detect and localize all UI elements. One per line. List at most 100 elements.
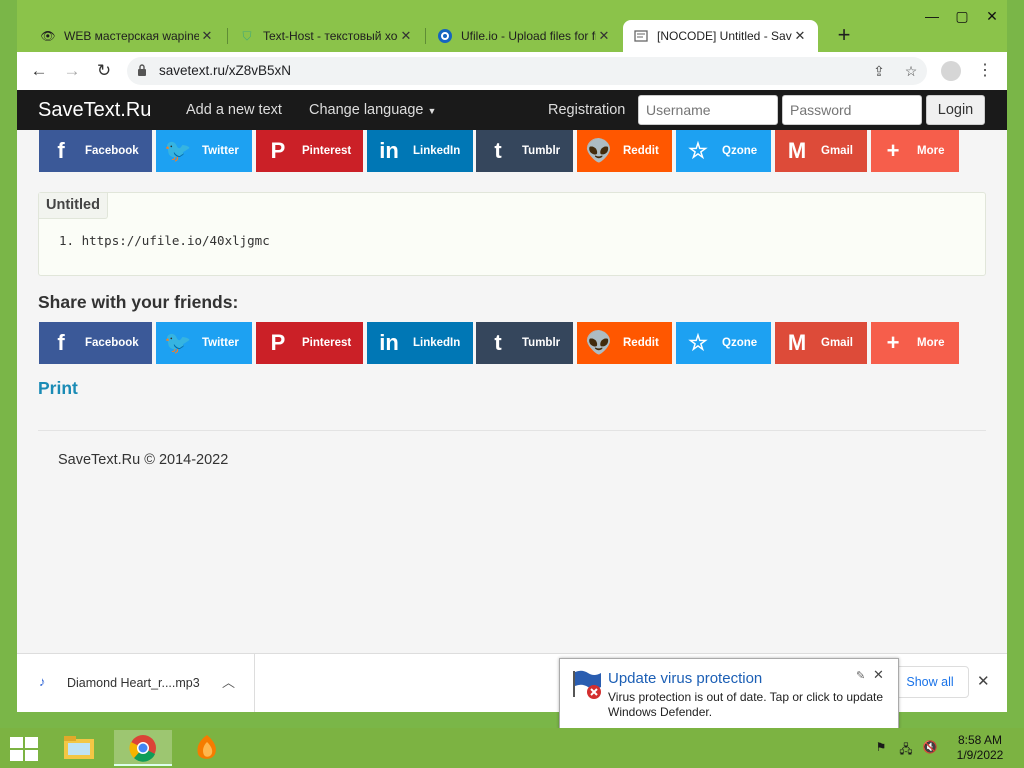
tab-savetext[interactable]: [NOCODE] Untitled - SaveText.Ru ✕ xyxy=(623,20,818,52)
browser-window: 👁 WEB мастерская wapinet ✕ ⛉ Text-Host -… xyxy=(17,0,1007,712)
close-icon[interactable]: ✕ xyxy=(873,667,884,683)
tab-title: Ufile.io - Upload files for free xyxy=(461,29,596,43)
tumblr-icon: t xyxy=(494,330,502,355)
system-clock[interactable]: 8:58 AM 1/9/2022 xyxy=(950,733,1010,763)
clock-date: 1/9/2022 xyxy=(956,748,1004,762)
share-qzone-button[interactable]: ☆ Qzone xyxy=(676,130,771,172)
qzone-icon: ☆ xyxy=(688,330,708,355)
maximize-icon[interactable]: ▢ xyxy=(947,8,977,28)
tab-title: WEB мастерская wapinet xyxy=(64,29,199,43)
qzone-icon: ☆ xyxy=(688,138,708,163)
copyright-text: SaveText.Ru © 2014-2022 xyxy=(58,452,229,468)
saved-text-box: Untitled 1. https://ufile.io/40xljgmc xyxy=(38,192,986,276)
chevron-up-icon[interactable]: ︿ xyxy=(222,672,235,691)
share-pinterest-button[interactable]: P Pinterest xyxy=(256,322,363,364)
star-icon[interactable]: ☆ xyxy=(901,61,921,81)
share-icon[interactable]: ⇪ xyxy=(869,61,889,81)
eye-icon: 👁 xyxy=(40,29,56,43)
page-icon xyxy=(633,28,649,44)
reddit-icon: 👽 xyxy=(585,138,613,163)
plus-icon: + xyxy=(886,330,900,355)
share-label: Qzone xyxy=(722,337,758,349)
twitter-icon: 🐦 xyxy=(164,330,192,355)
volume-muted-icon[interactable]: 🔇 xyxy=(922,740,938,756)
share-more-button[interactable]: + More xyxy=(871,322,959,364)
text-line[interactable]: 1. https://ufile.io/40xljgmc xyxy=(59,233,270,248)
share-label: LinkedIn xyxy=(413,337,461,349)
address-bar[interactable]: savetext.ru/xZ8vB5xN ⇪ ☆ xyxy=(127,57,927,85)
tab-text-host[interactable]: ⛉ Text-Host - текстовый хостинг ✕ xyxy=(229,20,424,52)
close-icon[interactable]: ✕ xyxy=(792,28,808,44)
close-icon[interactable]: ✕ xyxy=(199,28,215,44)
tab-strip: 👁 WEB мастерская wapinet ✕ ⛉ Text-Host -… xyxy=(17,0,1007,52)
reload-icon[interactable]: ↻ xyxy=(92,59,116,83)
file-explorer-icon[interactable] xyxy=(50,730,108,766)
gmail-icon: M xyxy=(787,138,807,163)
username-input[interactable] xyxy=(638,95,778,125)
login-button[interactable]: Login xyxy=(926,95,985,125)
line-number: 1. xyxy=(59,233,75,248)
site-brand[interactable]: SaveText.Ru xyxy=(38,99,151,122)
share-facebook-button[interactable]: f Facebook xyxy=(39,130,152,172)
notification-text: Virus protection is out of date. Tap or … xyxy=(608,690,884,719)
close-window-icon[interactable]: ✕ xyxy=(977,8,1007,28)
security-flag-icon xyxy=(573,670,601,699)
download-item[interactable]: ♪ Diamond Heart_r....mp3 ︿ xyxy=(17,654,255,712)
text-title: Untitled xyxy=(39,193,108,219)
tab-ufile[interactable]: Ufile.io - Upload files for free ✕ xyxy=(427,20,622,52)
web-page: SaveText.Ru Add a new text Change langua… xyxy=(17,90,1007,653)
profile-avatar-icon[interactable] xyxy=(941,61,961,81)
defender-tray-icon[interactable]: ⚑ xyxy=(873,740,889,756)
share-label: Reddit xyxy=(623,337,659,349)
share-linkedin-button[interactable]: in LinkedIn xyxy=(367,130,473,172)
share-gmail-button[interactable]: M Gmail xyxy=(775,130,867,172)
reddit-icon: 👽 xyxy=(585,330,613,355)
gmail-icon: M xyxy=(787,330,807,355)
nav-language-label: Change language xyxy=(309,102,424,118)
print-link[interactable]: Print xyxy=(38,378,78,399)
defender-notification[interactable]: Update virus protection Virus protection… xyxy=(559,658,899,730)
tab-title: Text-Host - текстовый хостинг xyxy=(263,29,398,43)
taskbar: ⚑ 🖧 🔇 8:58 AM 1/9/2022 xyxy=(0,728,1024,768)
share-tumblr-button[interactable]: t Tumblr xyxy=(476,130,573,172)
share-qzone-button[interactable]: ☆ Qzone xyxy=(676,322,771,364)
share-reddit-button[interactable]: 👽 Reddit xyxy=(577,130,672,172)
share-linkedin-button[interactable]: in LinkedIn xyxy=(367,322,473,364)
browser-toolbar: ← → ↻ savetext.ru/xZ8vB5xN ⇪ ☆ ⋮ xyxy=(17,52,1007,90)
share-label: Tumblr xyxy=(522,145,561,157)
share-label: Facebook xyxy=(85,337,139,349)
share-more-button[interactable]: + More xyxy=(871,130,959,172)
share-tumblr-button[interactable]: t Tumblr xyxy=(476,322,573,364)
share-twitter-button[interactable]: 🐦 Twitter xyxy=(156,130,252,172)
share-reddit-button[interactable]: 👽 Reddit xyxy=(577,322,672,364)
forward-arrow-icon[interactable]: → xyxy=(60,59,84,83)
show-all-button[interactable]: Show all xyxy=(891,666,969,698)
network-icon[interactable]: 🖧 xyxy=(898,740,914,756)
new-tab-button[interactable]: + xyxy=(832,24,856,48)
share-pinterest-button[interactable]: P Pinterest xyxy=(256,130,363,172)
nav-change-language[interactable]: Change language ▼ xyxy=(309,102,436,118)
close-downloads-icon[interactable]: ✕ xyxy=(977,672,990,690)
minimize-icon[interactable]: — xyxy=(917,8,947,28)
tab-title: [NOCODE] Untitled - SaveText.Ru xyxy=(657,29,792,43)
music-file-icon: ♪ xyxy=(39,674,46,689)
share-twitter-button[interactable]: 🐦 Twitter xyxy=(156,322,252,364)
plus-icon: + xyxy=(886,138,900,163)
password-input[interactable] xyxy=(782,95,922,125)
tab-wapinet[interactable]: 👁 WEB мастерская wapinet ✕ xyxy=(30,20,225,52)
menu-dots-icon[interactable]: ⋮ xyxy=(975,60,995,82)
download-file-name: Diamond Heart_r....mp3 xyxy=(67,676,200,690)
close-icon[interactable]: ✕ xyxy=(596,28,612,44)
close-icon[interactable]: ✕ xyxy=(398,28,414,44)
nav-registration-link[interactable]: Registration xyxy=(548,102,625,118)
fl-studio-icon[interactable] xyxy=(178,730,236,766)
tab-separator xyxy=(227,28,228,44)
share-label: Gmail xyxy=(821,337,853,349)
share-facebook-button[interactable]: f Facebook xyxy=(39,322,152,364)
pin-icon[interactable]: ✎ xyxy=(856,669,865,682)
back-arrow-icon[interactable]: ← xyxy=(27,59,51,83)
windows-start-icon[interactable] xyxy=(10,737,38,761)
share-gmail-button[interactable]: M Gmail xyxy=(775,322,867,364)
nav-add-text-link[interactable]: Add a new text xyxy=(186,102,282,118)
chrome-icon[interactable] xyxy=(114,730,172,766)
